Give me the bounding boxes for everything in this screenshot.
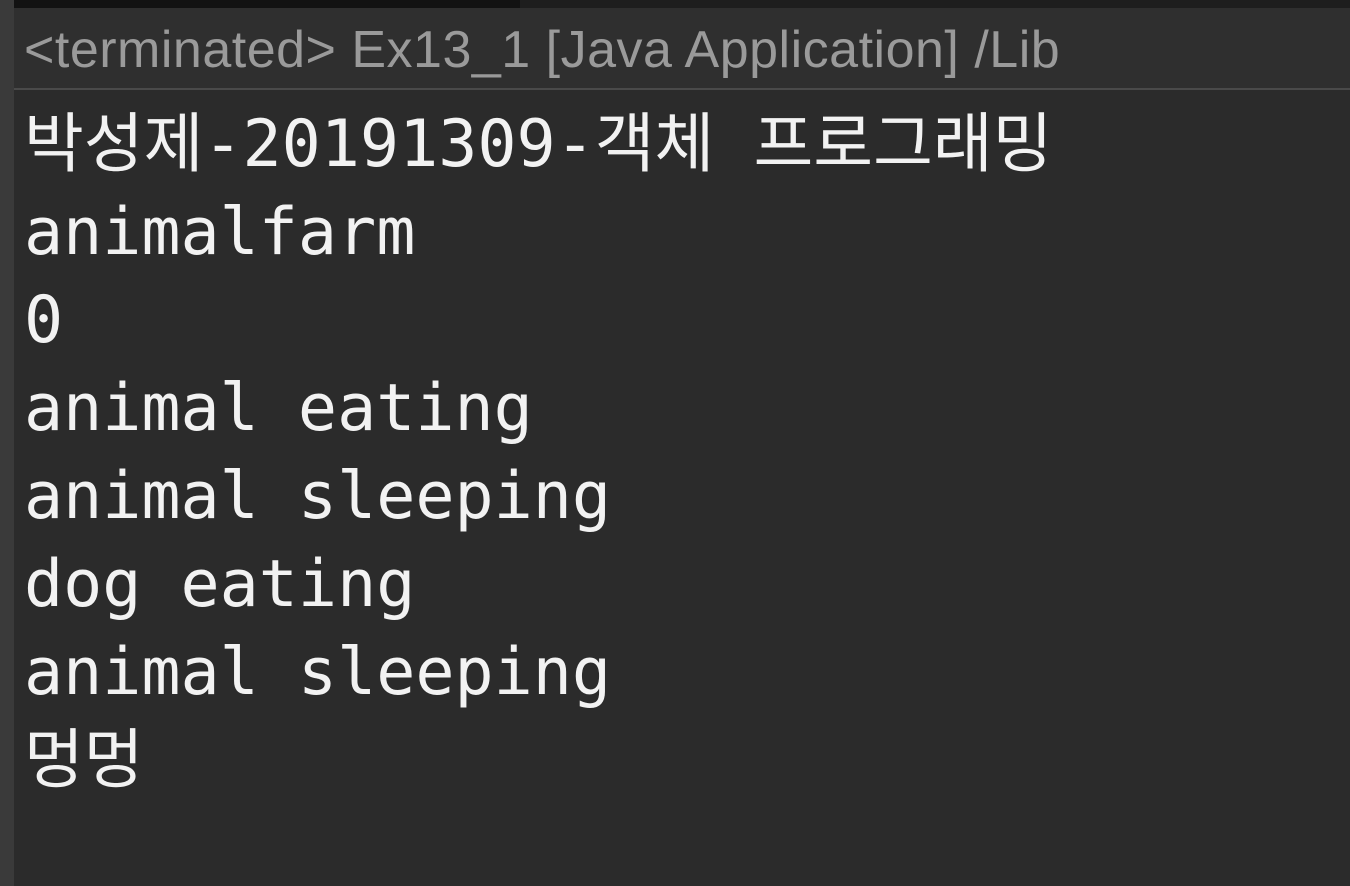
console-view: <terminated> Ex13_1 [Java Application] /… xyxy=(0,0,1350,886)
console-header: <terminated> Ex13_1 [Java Application] /… xyxy=(14,8,1350,90)
output-line: 0 xyxy=(24,283,64,358)
console-top-edge xyxy=(0,0,1350,8)
output-line: animal eating xyxy=(24,371,533,446)
console-status-label: <terminated> Ex13_1 [Java Application] /… xyxy=(24,21,1061,79)
console-output[interactable]: 박성제-20191309-객체 프로그래밍 animalfarm 0 anima… xyxy=(14,92,1350,886)
console-left-gutter xyxy=(0,0,14,886)
output-line: dog eating xyxy=(24,547,416,622)
output-line: 멍멍 xyxy=(24,723,144,798)
output-line: 박성제-20191309-객체 프로그래밍 xyxy=(24,107,1053,182)
output-line: animalfarm xyxy=(24,195,416,270)
tab-strip xyxy=(0,0,520,8)
output-line: animal sleeping xyxy=(24,459,611,534)
output-line: animal sleeping xyxy=(24,635,611,710)
